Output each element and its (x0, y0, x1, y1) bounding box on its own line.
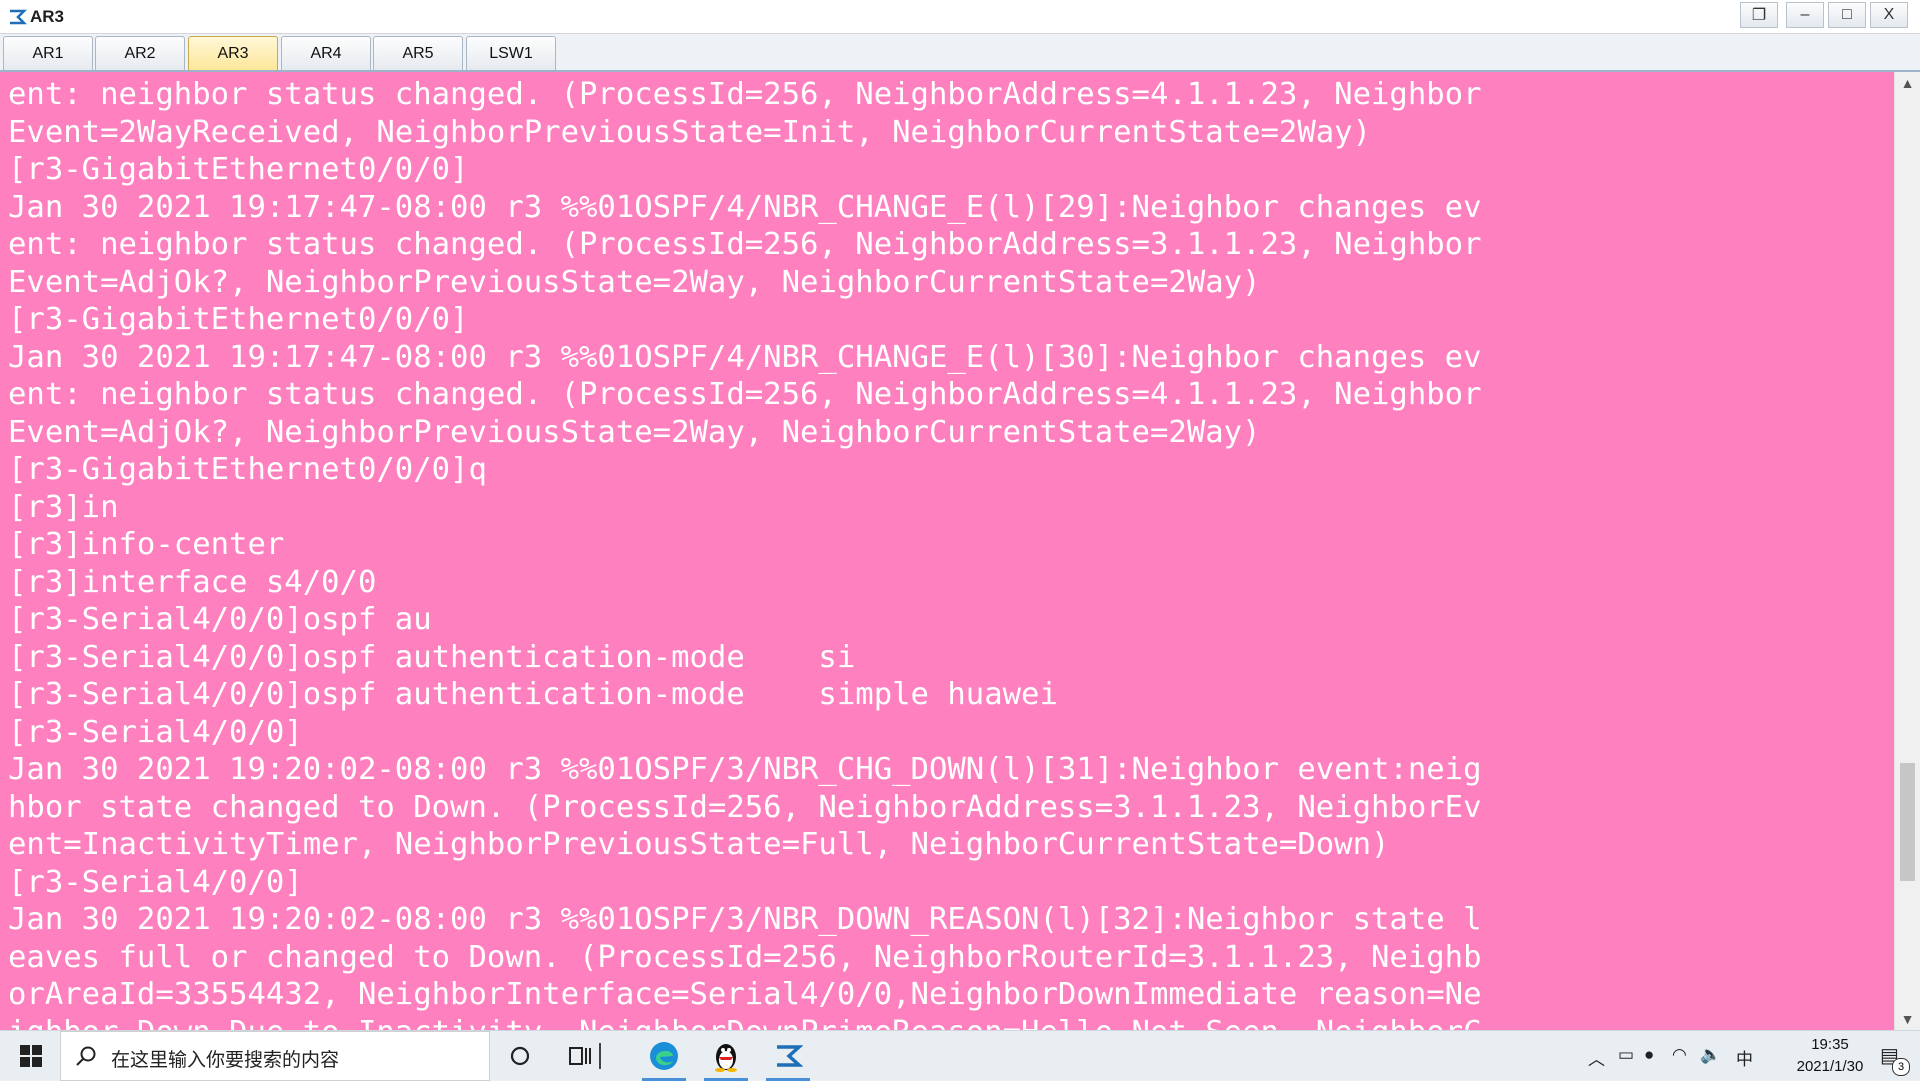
maximize-icon: □ (1842, 6, 1852, 23)
search-icon (76, 1046, 96, 1066)
taskbar-divider (590, 1031, 610, 1081)
terminal-line: Event=AdjOk?, NeighborPreviousState=2Way… (8, 264, 1261, 300)
clock-time[interactable]: 19:35 (1790, 1036, 1870, 1053)
terminal-line: hbor state changed to Down. (ProcessId=2… (8, 789, 1482, 825)
cortana-button[interactable] (492, 1031, 548, 1081)
terminal-scrollbar[interactable]: ▲ ▼ (1894, 72, 1920, 1030)
edge-browser-icon (650, 1042, 678, 1070)
terminal-line: [r3-GigabitEthernet0/0/0]q (8, 452, 487, 487)
qq-tray-icon[interactable]: ● (1644, 1045, 1654, 1065)
scroll-down-arrow-icon[interactable]: ▼ (1895, 1008, 1920, 1030)
divider-icon (599, 1043, 601, 1069)
ime-indicator[interactable]: 中 (1736, 1045, 1753, 1070)
window-titlebar[interactable]: AR3 ❐ – □ X (0, 0, 1920, 34)
terminal-output: ent: neighbor status changed. (ProcessId… (8, 76, 1482, 1030)
wifi-icon[interactable]: ◠ (1672, 1045, 1687, 1065)
terminal-line: Jan 30 2021 19:20:02-08:00 r3 %%01OSPF/3… (8, 902, 1482, 937)
qq-button[interactable] (698, 1031, 754, 1081)
taskbar-search-box[interactable]: 在这里输入你要搜索的内容 (60, 1031, 490, 1081)
tab-label: AR4 (310, 44, 342, 62)
notification-badge: 3 (1892, 1058, 1910, 1076)
terminal-line: [r3]info-center (8, 527, 285, 562)
terminal-line: [r3-Serial4/0/0] (8, 714, 303, 750)
close-button[interactable]: X (1870, 2, 1908, 28)
tab-label: AR1 (32, 44, 64, 62)
terminal-line: Jan 30 2021 19:17:47-08:00 r3 %%01OSPF/4… (8, 339, 1482, 375)
restore-icon: ❐ (1751, 7, 1767, 24)
device-tab-bar: AR1 AR2 AR3 AR4 AR5 LSW1 (0, 34, 1920, 72)
terminal-line: ighbor Down Due to Inactivity, NeighborD… (8, 1014, 1482, 1031)
volume-icon[interactable]: 🔈 (1700, 1045, 1721, 1065)
tab-ar5[interactable]: AR5 (373, 36, 463, 70)
terminal-line: ent: neighbor status changed. (ProcessId… (8, 77, 1482, 112)
terminal-line: Event=AdjOk?, NeighborPreviousState=2Way… (8, 414, 1261, 450)
restore-button[interactable]: ❐ (1740, 2, 1778, 28)
qq-penguin-icon (715, 1044, 737, 1072)
windows-taskbar: 在这里输入你要搜索的内容 ︿ ▭ ● ◠ 🔈 中 19:35 2021/1/30… (0, 1030, 1920, 1081)
battery-icon[interactable]: ▭ (1618, 1045, 1634, 1065)
terminal-line: orAreaId=33554432, NeighborInterface=Ser… (8, 977, 1482, 1012)
terminal-line: [r3]in (8, 489, 119, 525)
maximize-button[interactable]: □ (1828, 2, 1866, 28)
terminal-line: [r3-Serial4/0/0]ospf au (8, 602, 432, 637)
tab-ar3[interactable]: AR3 (188, 36, 278, 70)
minimize-icon: – (1800, 6, 1810, 23)
tab-ar4[interactable]: AR4 (281, 36, 371, 70)
start-button[interactable] (8, 1031, 54, 1081)
scroll-up-arrow-icon[interactable]: ▲ (1895, 72, 1920, 94)
tab-label: AR2 (124, 44, 156, 62)
system-tray: ︿ ▭ ● ◠ 🔈 中 19:35 2021/1/30 ▤ 3 (1580, 1031, 1920, 1081)
terminal-line: [r3-GigabitEthernet0/0/0] (8, 302, 469, 337)
tab-label: AR5 (402, 44, 434, 62)
chevron-up-icon[interactable]: ︿ (1588, 1045, 1605, 1070)
close-icon: X (1883, 6, 1895, 23)
minimize-button[interactable]: – (1786, 2, 1824, 28)
terminal-line: [r3-Serial4/0/0]ospf authentication-mode… (8, 639, 856, 675)
tab-label: LSW1 (489, 44, 533, 62)
windows-logo-icon (20, 1045, 42, 1067)
terminal-line: Jan 30 2021 19:20:02-08:00 r3 %%01OSPF/3… (8, 752, 1482, 787)
cortana-circle-icon (510, 1046, 530, 1066)
terminal-line: [r3-Serial4/0/0] (8, 864, 303, 900)
tab-lsw1[interactable]: LSW1 (466, 36, 556, 70)
tab-label: AR3 (217, 44, 249, 62)
console-terminal[interactable]: ent: neighbor status changed. (ProcessId… (0, 72, 1894, 1030)
task-view-icon (569, 1047, 591, 1065)
search-placeholder: 在这里输入你要搜索的内容 (111, 1050, 340, 1071)
scroll-thumb[interactable] (1900, 762, 1915, 881)
terminal-line: eaves full or changed to Down. (ProcessI… (8, 939, 1482, 975)
terminal-line: [r3-Serial4/0/0]ospf authentication-mode… (8, 677, 1058, 712)
edge-browser-button[interactable] (636, 1031, 692, 1081)
tab-ar1[interactable]: AR1 (3, 36, 93, 70)
terminal-line: [r3]interface s4/0/0 (8, 564, 377, 600)
ensp-router-icon (10, 9, 27, 25)
tab-ar2[interactable]: AR2 (95, 36, 185, 70)
clock-date[interactable]: 2021/1/30 (1780, 1058, 1880, 1075)
ensp-app-button[interactable] (760, 1031, 816, 1081)
terminal-line: ent: neighbor status changed. (ProcessId… (8, 227, 1482, 262)
window-title: AR3 (30, 7, 65, 26)
terminal-line: Event=2WayReceived, NeighborPreviousStat… (8, 114, 1372, 150)
terminal-line: [r3-GigabitEthernet0/0/0] (8, 152, 469, 187)
terminal-line: ent: neighbor status changed. (ProcessId… (8, 377, 1482, 412)
terminal-line: Jan 30 2021 19:17:47-08:00 r3 %%01OSPF/4… (8, 189, 1482, 225)
ensp-router-icon (777, 1045, 803, 1067)
terminal-line: ent=InactivityTimer, NeighborPreviousSta… (8, 827, 1390, 862)
